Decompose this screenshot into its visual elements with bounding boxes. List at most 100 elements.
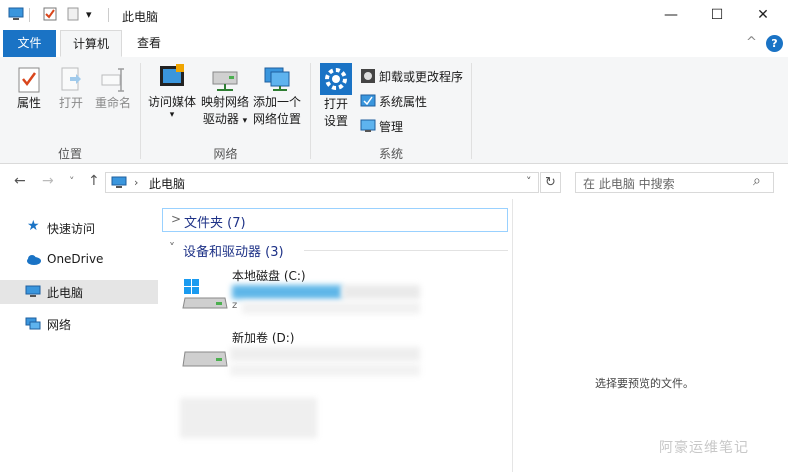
properties-icon bbox=[18, 67, 40, 93]
map-drive-label-1: 映射网络 bbox=[200, 95, 249, 109]
system-drive-icon bbox=[182, 279, 228, 309]
preview-pane: 选择要预览的文件。 bbox=[512, 199, 788, 472]
add-location-label-2: 网络位置 bbox=[252, 112, 301, 126]
minimize-button[interactable]: — bbox=[648, 0, 694, 30]
drive-c-usage-empty bbox=[342, 285, 420, 299]
uninstall-program-button[interactable]: 卸载或更改程序 bbox=[360, 67, 463, 85]
recent-locations-button[interactable]: ˅ bbox=[69, 175, 75, 188]
access-media-dropdown-icon: ▾ bbox=[169, 110, 175, 120]
drive-c-label: 本地磁盘 (C:) bbox=[232, 269, 306, 283]
manage-icon bbox=[360, 119, 376, 132]
collapse-ribbon-icon[interactable]: ^ bbox=[746, 35, 757, 50]
forward-button[interactable]: → bbox=[42, 173, 54, 189]
watermark: 阿豪运维笔记 bbox=[659, 440, 749, 456]
back-button[interactable]: ← bbox=[14, 173, 26, 189]
drive-d-label: 新加卷 (D:) bbox=[232, 331, 295, 345]
add-network-location-button[interactable]: 添加一个 网络位置 bbox=[251, 62, 303, 128]
properties-qa-icon[interactable] bbox=[42, 7, 58, 21]
settings-gear-icon bbox=[320, 63, 352, 95]
uninstall-icon bbox=[361, 69, 375, 83]
maximize-button[interactable]: ☐ bbox=[694, 0, 740, 30]
quick-access-dropdown-icon[interactable]: ▾ bbox=[86, 8, 92, 21]
ribbon-separator-3 bbox=[471, 63, 472, 159]
nav-quick-access[interactable]: ★ 快速访问 bbox=[0, 216, 158, 240]
system-properties-icon bbox=[360, 94, 376, 107]
tab-file[interactable]: 文件 bbox=[3, 30, 56, 57]
folders-group-header[interactable]: > 文件夹 (7) bbox=[162, 208, 508, 232]
open-settings-label-2: 设置 bbox=[323, 114, 348, 128]
drive-c-usage-bar bbox=[232, 285, 342, 299]
breadcrumb-this-pc[interactable]: 此电脑 bbox=[149, 175, 185, 192]
breadcrumb-chevron-icon: › bbox=[134, 176, 139, 189]
obscured-device-item[interactable] bbox=[180, 398, 317, 438]
refresh-button[interactable]: ↻ bbox=[540, 172, 561, 193]
search-icon: ⌕ bbox=[753, 173, 761, 189]
system-group-label: 系统 bbox=[378, 147, 403, 161]
media-icon bbox=[160, 64, 184, 86]
ribbon-tabs: 文件 计算机 查看 ^ ? bbox=[0, 30, 788, 58]
location-group-label: 位置 bbox=[57, 147, 82, 161]
drive-d-space-text bbox=[230, 364, 420, 376]
help-icon[interactable]: ? bbox=[766, 35, 783, 52]
up-button[interactable]: ↑ bbox=[88, 173, 100, 189]
properties-label: 属性 bbox=[16, 96, 41, 110]
devices-header-label: 设备和驱动器 (3) bbox=[183, 245, 284, 260]
map-drive-label-2-row: 驱动器 ▾ bbox=[199, 111, 251, 130]
title-separator bbox=[29, 8, 30, 22]
nav-this-pc-label: 此电脑 bbox=[47, 286, 84, 300]
nav-onedrive[interactable]: OneDrive bbox=[0, 248, 158, 272]
devices-group-header[interactable]: ˅ 设备和驱动器 (3) bbox=[162, 238, 508, 262]
open-icon bbox=[61, 67, 81, 91]
network-location-icon bbox=[264, 67, 290, 91]
open-button[interactable]: 打开 bbox=[53, 65, 89, 112]
nav-network[interactable]: 网络 bbox=[0, 312, 158, 336]
map-drive-dropdown-icon: ▾ bbox=[242, 116, 248, 126]
open-settings-label-1: 打开 bbox=[323, 97, 348, 111]
manage-label: 管理 bbox=[379, 119, 404, 134]
close-button[interactable]: ✕ bbox=[740, 0, 786, 30]
access-media-label: 访问媒体 bbox=[147, 95, 196, 109]
hard-drive-icon bbox=[182, 351, 228, 367]
folders-chevron-icon: > bbox=[171, 212, 182, 226]
system-properties-label: 系统属性 bbox=[379, 94, 428, 109]
map-drive-label-2: 驱动器 bbox=[202, 112, 239, 126]
title-bar: ▾ 此电脑 — ☐ ✕ bbox=[0, 0, 788, 30]
star-icon: ★ bbox=[27, 218, 40, 234]
system-properties-button[interactable]: 系统属性 bbox=[360, 92, 427, 110]
drive-c-extra: z bbox=[232, 300, 238, 311]
network-icon bbox=[25, 317, 41, 330]
open-label: 打开 bbox=[58, 96, 83, 110]
open-settings-button[interactable]: 打开 设置 bbox=[317, 62, 355, 130]
nav-network-label: 网络 bbox=[47, 318, 72, 332]
address-dropdown-icon[interactable]: ˅ bbox=[526, 175, 532, 188]
address-bar[interactable]: › 此电脑 ˅ bbox=[105, 172, 539, 193]
drive-c-item[interactable]: 本地磁盘 (C:) z bbox=[180, 266, 430, 318]
nav-onedrive-label: OneDrive bbox=[47, 252, 104, 266]
this-pc-icon bbox=[111, 176, 127, 188]
network-group-label: 网络 bbox=[213, 147, 238, 161]
title-separator-2 bbox=[108, 8, 109, 22]
access-media-button[interactable]: 访问媒体 ▾ bbox=[146, 62, 198, 120]
tab-view[interactable]: 查看 bbox=[126, 30, 172, 57]
tab-computer[interactable]: 计算机 bbox=[60, 30, 122, 57]
window-title: 此电脑 bbox=[122, 10, 159, 24]
properties-button[interactable]: 属性 bbox=[10, 65, 48, 112]
drive-d-item[interactable]: 新加卷 (D:) bbox=[180, 328, 430, 380]
add-location-label-1: 添加一个 bbox=[252, 95, 301, 109]
search-box[interactable]: 在 此电脑 中搜索 ⌕ bbox=[575, 172, 774, 193]
ribbon: 属性 打开 重命名 位置 访问媒体 ▾ 映射网络 驱动器 ▾ 添加一个 网络位置… bbox=[0, 57, 788, 164]
nav-this-pc[interactable]: 此电脑 bbox=[0, 280, 158, 304]
cloud-icon bbox=[27, 255, 41, 265]
preview-empty-text: 选择要预览的文件。 bbox=[595, 377, 694, 390]
new-folder-qa-icon[interactable] bbox=[65, 7, 81, 21]
uninstall-label: 卸载或更改程序 bbox=[379, 69, 464, 84]
rename-icon bbox=[101, 68, 124, 92]
rename-label: 重命名 bbox=[94, 96, 131, 110]
devices-chevron-icon: ˅ bbox=[169, 241, 175, 255]
computer-icon bbox=[8, 7, 24, 20]
search-input[interactable]: 在 此电脑 中搜索 bbox=[583, 175, 675, 192]
rename-button[interactable]: 重命名 bbox=[92, 65, 134, 112]
manage-button[interactable]: 管理 bbox=[360, 117, 403, 135]
map-network-drive-button[interactable]: 映射网络 驱动器 ▾ bbox=[199, 62, 251, 130]
drive-d-usage-bar bbox=[230, 347, 420, 361]
